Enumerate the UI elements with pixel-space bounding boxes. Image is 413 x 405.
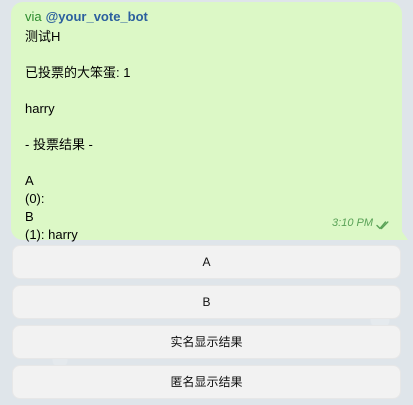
message-line-option-a: A — [25, 173, 34, 188]
inline-keyboard: A B 实名显示结果 匿名显示结果 — [12, 245, 401, 405]
message-line-results-header: - 投票结果 - — [25, 137, 93, 152]
message-line-empty-4 — [25, 154, 388, 172]
message-time: 3:10 PM — [332, 217, 373, 229]
message-meta: 3:10 PM — [332, 214, 390, 232]
bot-name-link[interactable]: @your_vote_bot — [46, 8, 148, 26]
via-label: via — [25, 9, 42, 24]
message-line-voter-name: harry — [25, 101, 55, 116]
vote-option-b-button[interactable]: B — [12, 285, 401, 319]
message-line-empty-3 — [25, 118, 388, 136]
message-bubble: via @your_vote_bot 测试H 已投票的大笨蛋: 1 harry … — [11, 2, 402, 242]
show-anonymous-results-button[interactable]: 匿名显示结果 — [12, 365, 401, 399]
message-line-empty-2 — [25, 82, 388, 100]
message-line-title: 测试H — [25, 29, 61, 44]
message-line-empty-1 — [25, 46, 388, 64]
via-bot-line: via @your_vote_bot — [25, 8, 388, 26]
vote-option-a-button[interactable]: A — [12, 245, 401, 279]
double-check-icon — [376, 218, 390, 230]
message-line-option-a-result: (0): — [25, 191, 45, 206]
show-named-results-button[interactable]: 实名显示结果 — [12, 325, 401, 359]
message-line-voter-count: 已投票的大笨蛋: 1 — [25, 65, 131, 80]
